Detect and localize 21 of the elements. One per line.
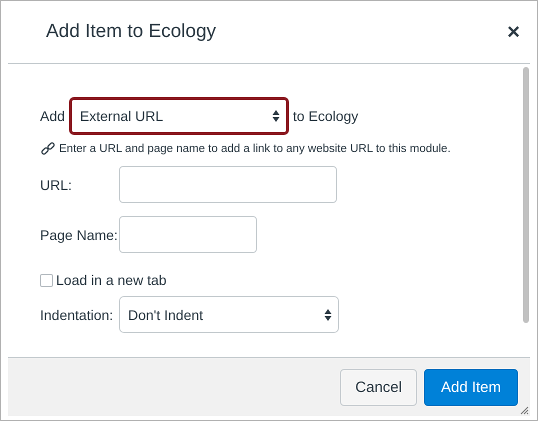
indentation-select[interactable]: Don't Indent xyxy=(119,296,339,333)
scrollbar[interactable] xyxy=(523,67,529,323)
text-field[interactable] xyxy=(119,216,257,253)
resize-grip-icon[interactable] xyxy=(520,406,529,415)
cancel-button[interactable]: Cancel xyxy=(340,368,417,406)
to-ecology-label: to Ecology xyxy=(292,108,358,124)
item-type-select[interactable]: External URL xyxy=(68,97,289,135)
checkbox-label: Load in a new tab xyxy=(56,272,167,288)
hint-text: Enter a URL and page name to add a link to any website URL to this module. xyxy=(59,143,451,155)
sort-arrows-icon xyxy=(272,109,280,123)
add-label: Add xyxy=(40,108,65,124)
checkbox[interactable] xyxy=(40,274,53,286)
field-label: Page Name: xyxy=(40,226,119,242)
field-label: Indentation: xyxy=(40,306,114,322)
dialog-title: Add Item to Ecology xyxy=(46,21,216,43)
field-label: URL: xyxy=(40,176,73,192)
link-icon xyxy=(40,141,56,157)
text-field[interactable] xyxy=(119,166,337,203)
add-item-button[interactable]: Add Item xyxy=(424,368,518,406)
close-button[interactable]: × xyxy=(507,19,520,45)
sort-arrows-icon xyxy=(324,308,332,322)
